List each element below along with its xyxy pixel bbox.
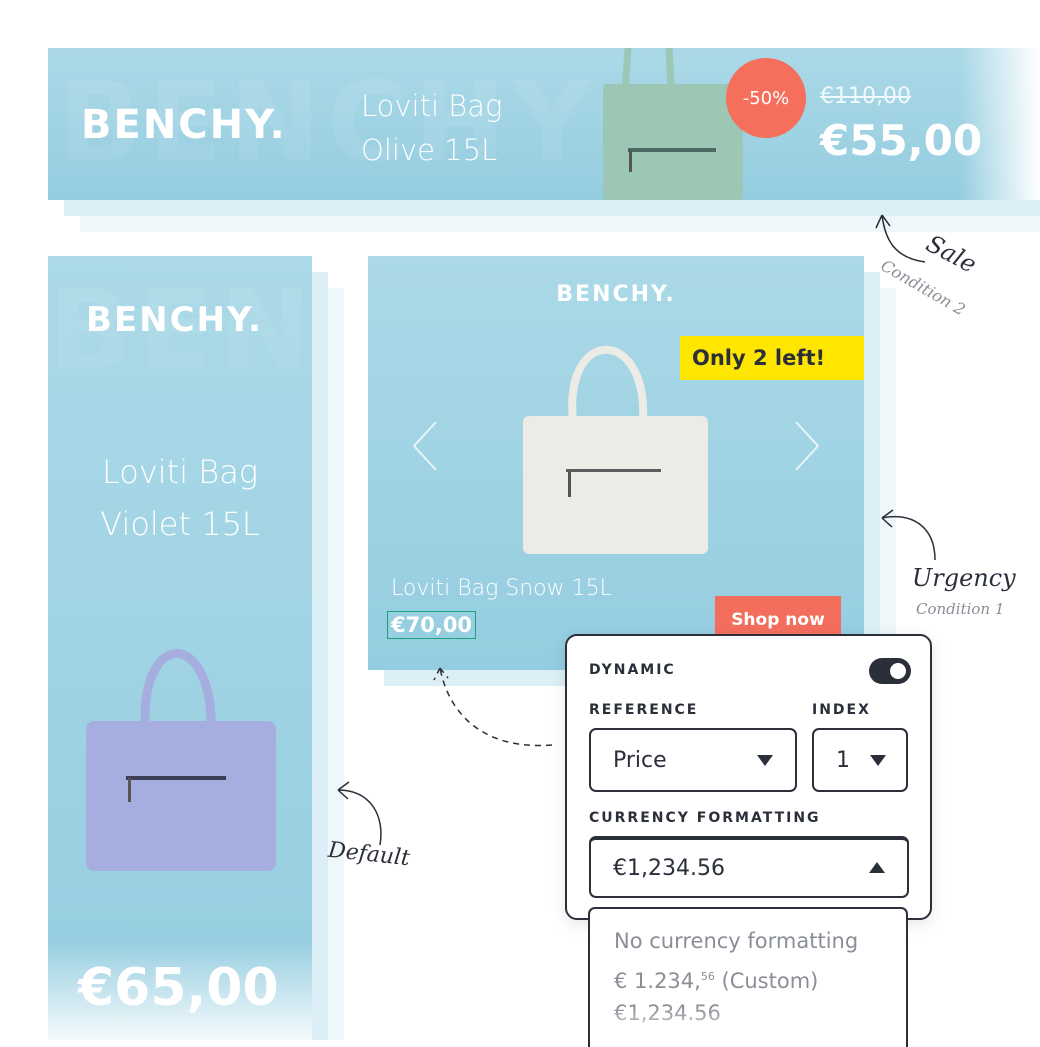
bag-image-snow bbox=[523, 345, 708, 554]
dynamic-properties-panel: DYNAMIC REFERENCE INDEX Price 1 CURRENCY… bbox=[565, 634, 932, 920]
annotation-sale: Sale bbox=[921, 229, 982, 279]
index-select[interactable]: 1 bbox=[812, 728, 908, 792]
currency-dropdown-list: No currency formatting € 1.234,56 (Custo… bbox=[588, 907, 908, 1047]
currency-select[interactable]: €1,234.56 bbox=[589, 836, 909, 898]
caret-down-icon bbox=[870, 755, 886, 766]
price: €65,00 bbox=[78, 958, 279, 1018]
urgency-banner[interactable]: BENCHY. Only 2 left! Loviti Bag Snow 15L… bbox=[368, 256, 864, 670]
old-price: €110,00 bbox=[820, 84, 911, 109]
fade bbox=[590, 1007, 906, 1047]
currency-option[interactable]: No currency formatting bbox=[614, 923, 906, 959]
currency-option[interactable]: € 1.234,56 (Custom) bbox=[614, 959, 906, 995]
dynamic-toggle[interactable] bbox=[869, 658, 911, 684]
chevron-left-icon[interactable] bbox=[408, 418, 442, 474]
index-value: 1 bbox=[836, 747, 850, 773]
annotation-urgency: Urgency bbox=[912, 564, 1016, 592]
dynamic-label: DYNAMIC bbox=[589, 662, 676, 678]
product-title: Loviti Bag Violet 15L bbox=[100, 453, 260, 543]
default-banner[interactable]: BENCHY BENCHY. Loviti BagViolet 15L €65,… bbox=[48, 256, 312, 1040]
banner-shadow bbox=[64, 200, 1040, 216]
currency-label: CURRENCY FORMATTING bbox=[589, 810, 821, 826]
banner-shadow bbox=[880, 288, 896, 686]
sale-banner[interactable]: BENCHY BENCHY. Loviti Bag Olive 15L -50% … bbox=[48, 48, 1040, 200]
bag-image-violet bbox=[86, 649, 276, 871]
caret-down-icon bbox=[757, 755, 773, 766]
banner-shadow bbox=[328, 288, 344, 1040]
banner-shadow bbox=[80, 216, 1040, 232]
index-label: INDEX bbox=[812, 702, 871, 718]
banner-shadow bbox=[864, 272, 880, 670]
product-title: Loviti Bag Olive 15L bbox=[361, 89, 503, 167]
logo: BENCHY. bbox=[81, 102, 287, 148]
fade bbox=[960, 48, 1040, 200]
bag-image-olive bbox=[603, 48, 743, 200]
price: €55,00 bbox=[820, 116, 983, 165]
annotation-urgency-condition: Condition 1 bbox=[916, 600, 1005, 618]
price-selected[interactable]: €70,00 bbox=[387, 611, 477, 639]
currency-value: €1,234.56 bbox=[613, 855, 725, 881]
logo: BENCHY. bbox=[86, 300, 263, 340]
discount-badge: -50% bbox=[726, 58, 806, 138]
reference-value: Price bbox=[613, 747, 667, 773]
chevron-right-icon[interactable] bbox=[790, 418, 824, 474]
reference-select[interactable]: Price bbox=[589, 728, 797, 792]
reference-label: REFERENCE bbox=[589, 702, 699, 718]
caret-up-icon bbox=[869, 862, 885, 873]
logo: BENCHY. bbox=[556, 282, 676, 307]
banner-shadow bbox=[312, 272, 328, 1040]
product-title: Loviti Bag Snow 15L bbox=[391, 576, 612, 601]
